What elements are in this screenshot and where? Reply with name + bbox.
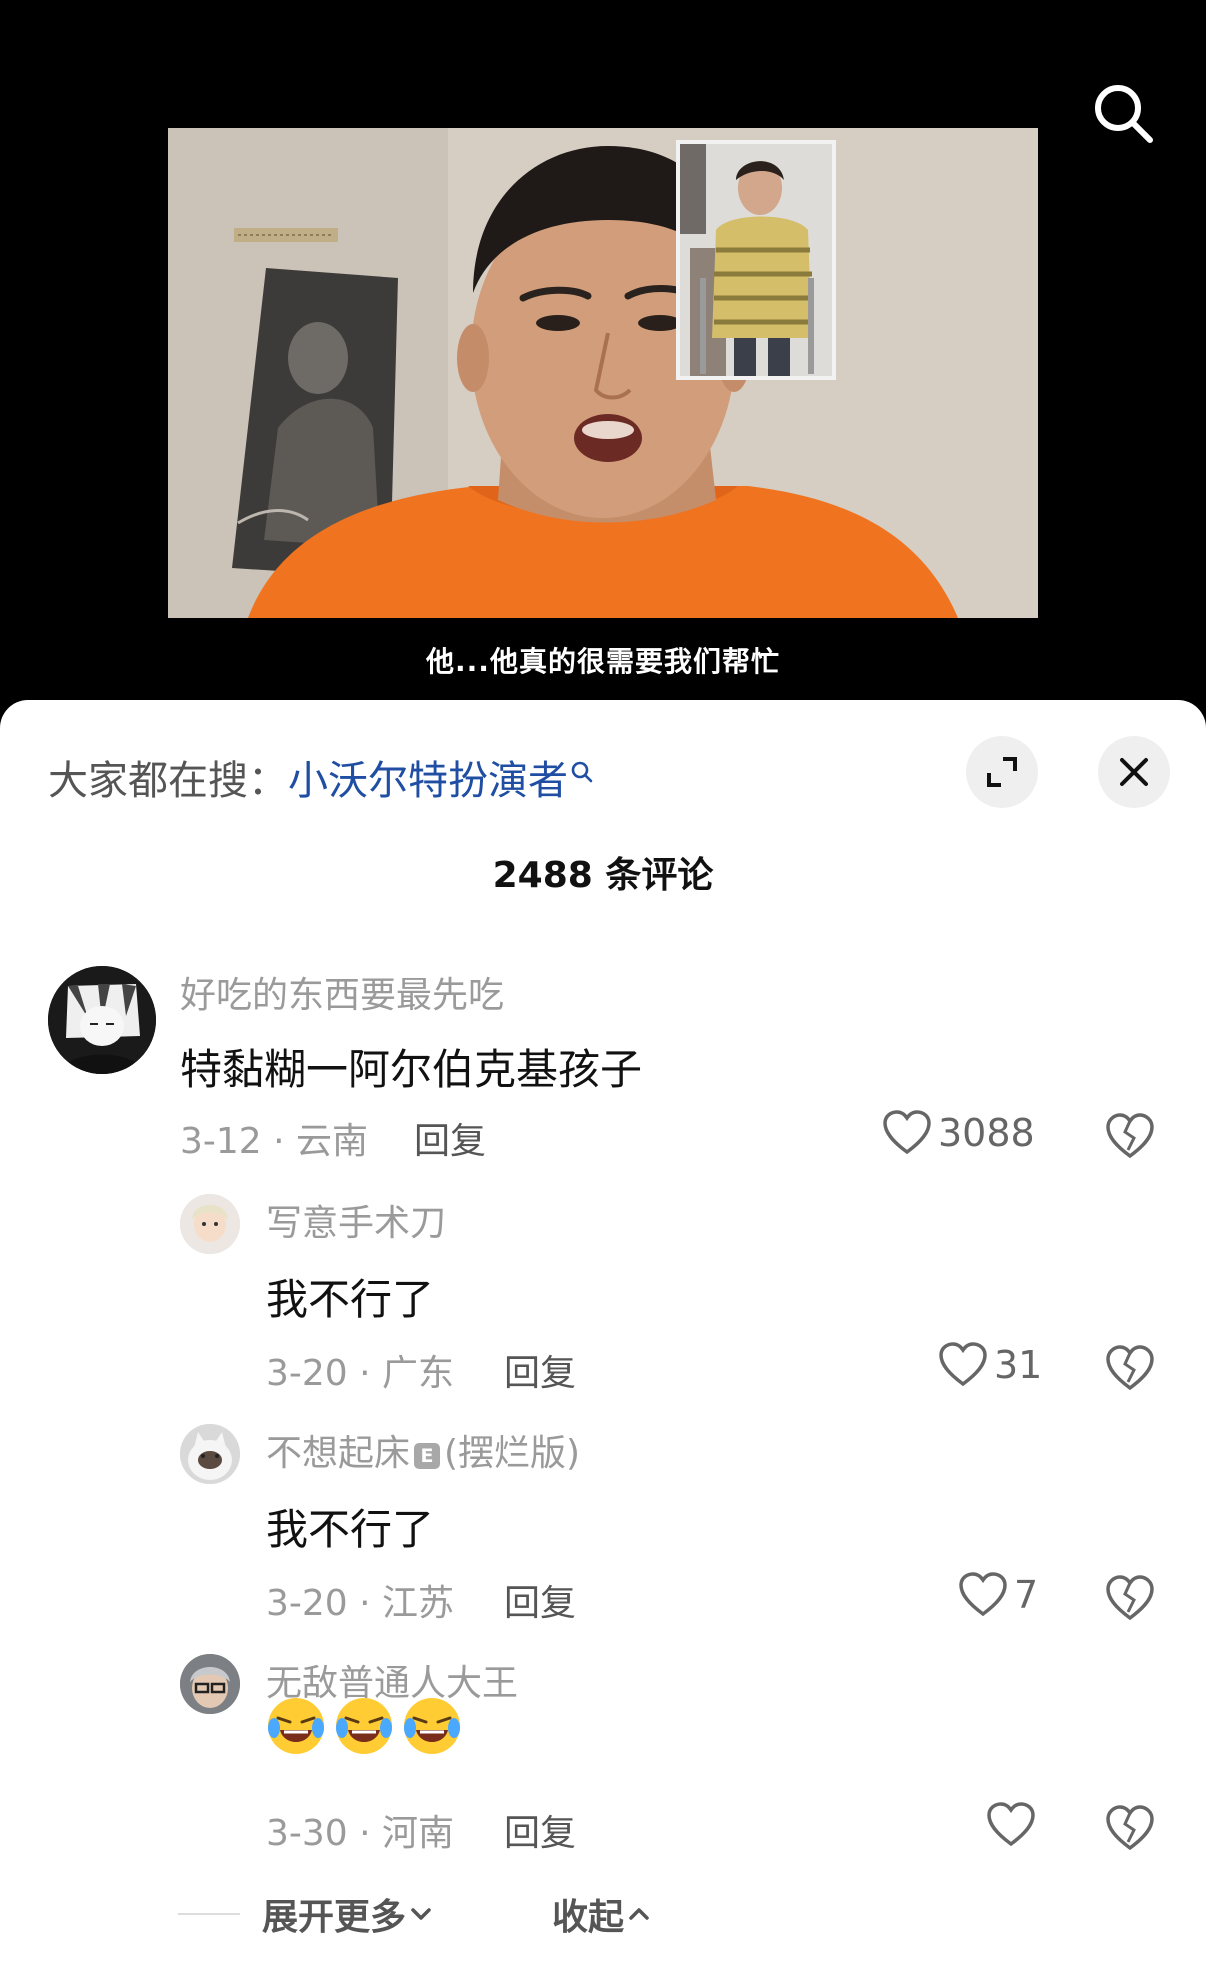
comment-sheet: 大家都在搜：小沃尔特扮演者 2488 条评论 好吃的东西要最先吃 特黏糊一阿尔伯… bbox=[0, 700, 1206, 1978]
broken-heart-icon bbox=[1106, 1113, 1154, 1159]
dislike-button[interactable] bbox=[1104, 1344, 1156, 1396]
like-count: 31 bbox=[994, 1343, 1043, 1387]
avatar[interactable] bbox=[48, 966, 156, 1074]
video-frame bbox=[168, 128, 1038, 618]
reply-text: 我不行了 bbox=[266, 1275, 435, 1324]
comment-author[interactable]: 好吃的东西要最先吃 bbox=[180, 966, 504, 1018]
reply-emoji-text bbox=[266, 1696, 462, 1756]
chevron-down-icon bbox=[411, 1908, 431, 1920]
reply-author[interactable]: 不想起床 bbox=[266, 1433, 410, 1474]
inset-photo bbox=[676, 140, 836, 380]
reply-meta: 3-20 · 广东 bbox=[266, 1353, 455, 1394]
reply-meta: 3-20 · 江苏 bbox=[266, 1583, 455, 1624]
hot-search-link[interactable]: 大家都在搜：小沃尔特扮演者 bbox=[48, 748, 594, 806]
expand-row: 展开更多 bbox=[178, 1888, 436, 1940]
reply-text: 我不行了 bbox=[266, 1505, 435, 1554]
crying-laughing-emoji bbox=[268, 1698, 324, 1754]
avatar[interactable] bbox=[180, 1424, 240, 1484]
reply-author-group: 不想起床 E (摆烂版) bbox=[266, 1424, 580, 1476]
divider-line bbox=[178, 1913, 240, 1915]
expand-more-label: 展开更多 bbox=[262, 1897, 407, 1938]
reply-button[interactable]: 回复 bbox=[504, 1574, 576, 1626]
reply-button[interactable]: 回复 bbox=[504, 1804, 576, 1856]
heart-icon bbox=[939, 1342, 987, 1387]
collapse-label: 收起 bbox=[552, 1897, 625, 1938]
reply-button[interactable]: 回复 bbox=[414, 1112, 486, 1164]
reply-button[interactable]: 回复 bbox=[504, 1344, 576, 1396]
mini-search-icon bbox=[570, 752, 594, 798]
broken-heart-icon bbox=[1106, 1575, 1154, 1621]
broken-heart-icon bbox=[1106, 1345, 1154, 1391]
hot-search-prefix: 大家都在搜： bbox=[48, 758, 288, 804]
reply-meta: 3-30 · 河南 bbox=[266, 1813, 455, 1854]
like-button[interactable] bbox=[986, 1802, 1036, 1848]
avatar[interactable] bbox=[180, 1194, 240, 1254]
dislike-button[interactable] bbox=[1104, 1804, 1156, 1856]
comment-text: 特黏糊一阿尔伯克基孩子 bbox=[180, 1045, 643, 1094]
heart-icon bbox=[987, 1802, 1035, 1847]
reply-author-suffix: (摆烂版) bbox=[444, 1433, 581, 1474]
close-icon bbox=[1120, 758, 1148, 786]
comment-meta: 3-12 · 云南 bbox=[180, 1121, 369, 1162]
like-button[interactable]: 31 bbox=[938, 1342, 1042, 1388]
hot-search-keyword[interactable]: 小沃尔特扮演者 bbox=[288, 758, 568, 804]
like-count: 3088 bbox=[938, 1111, 1035, 1155]
author-badge: E bbox=[414, 1443, 441, 1469]
close-button[interactable] bbox=[1098, 736, 1170, 808]
video-player[interactable]: 他...他真的很需要我们帮忙 bbox=[0, 0, 1206, 705]
collapse-button[interactable]: 收起 bbox=[552, 1888, 654, 1940]
dislike-button[interactable] bbox=[1104, 1112, 1156, 1164]
reply-author[interactable]: 写意手术刀 bbox=[266, 1194, 446, 1246]
expand-icon bbox=[987, 757, 1017, 787]
dislike-button[interactable] bbox=[1104, 1574, 1156, 1626]
like-button[interactable]: 7 bbox=[958, 1572, 1038, 1618]
crying-laughing-emoji bbox=[404, 1698, 460, 1754]
like-button[interactable]: 3088 bbox=[882, 1110, 1035, 1156]
avatar[interactable] bbox=[180, 1654, 240, 1714]
comment-count: 2488 条评论 bbox=[492, 855, 714, 896]
heart-icon bbox=[959, 1572, 1007, 1617]
heart-icon bbox=[883, 1110, 931, 1155]
video-subtitle: 他...他真的很需要我们帮忙 bbox=[426, 645, 780, 678]
expand-button[interactable] bbox=[966, 736, 1038, 808]
chevron-up-icon bbox=[629, 1908, 649, 1920]
crying-laughing-emoji bbox=[336, 1698, 392, 1754]
expand-more-button[interactable]: 展开更多 bbox=[262, 1888, 436, 1940]
broken-heart-icon bbox=[1106, 1805, 1154, 1851]
search-icon[interactable] bbox=[1088, 78, 1160, 150]
like-count: 7 bbox=[1014, 1573, 1039, 1617]
